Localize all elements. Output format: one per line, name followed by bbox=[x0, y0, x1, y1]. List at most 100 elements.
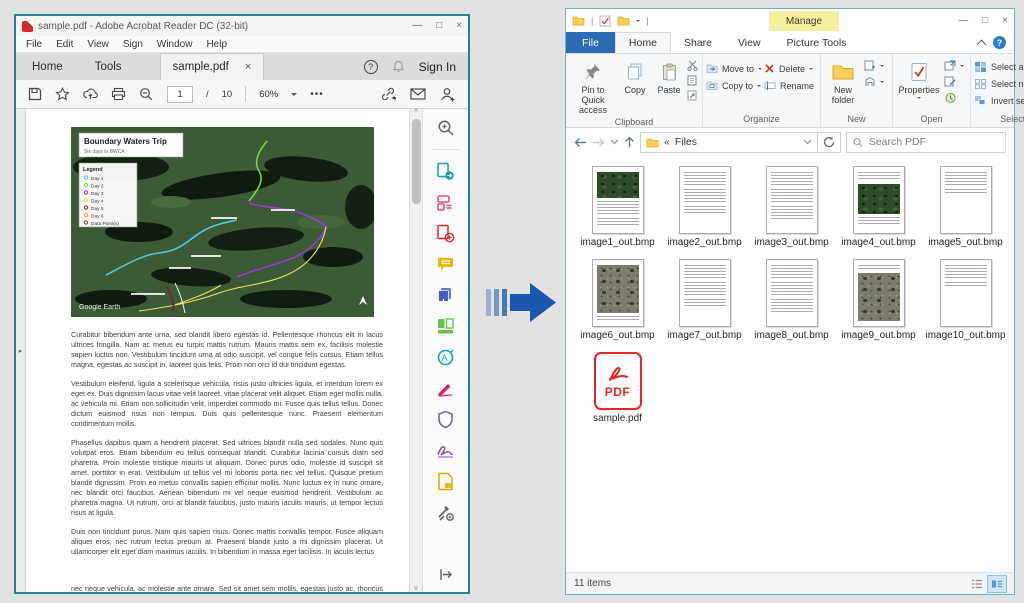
tab-picture-tools[interactable]: Picture Tools bbox=[774, 32, 860, 53]
delete-button[interactable]: Delete bbox=[764, 63, 817, 74]
add-account-icon[interactable] bbox=[440, 87, 456, 102]
select-none-button[interactable]: Select none bbox=[974, 78, 1024, 90]
select-all-button[interactable]: Select all bbox=[974, 61, 1024, 73]
file-item[interactable]: image5_out.bmp bbox=[922, 166, 1009, 249]
edit-pdf-icon[interactable] bbox=[436, 192, 456, 212]
comment-icon[interactable] bbox=[436, 254, 456, 274]
explorer-titlebar[interactable]: | | Manage — □ × bbox=[566, 9, 1014, 32]
scroll-up-icon[interactable]: ^ bbox=[414, 109, 417, 116]
new-item-caret-icon[interactable] bbox=[880, 65, 884, 69]
search-input[interactable] bbox=[869, 136, 999, 148]
maximize-button[interactable]: □ bbox=[436, 21, 442, 31]
minimize-button[interactable]: — bbox=[958, 16, 968, 26]
menu-file[interactable]: File bbox=[26, 39, 42, 50]
move-to-button[interactable]: Move to bbox=[706, 63, 762, 74]
breadcrumb-bar[interactable]: « Files bbox=[640, 132, 818, 153]
fill-sign-icon[interactable] bbox=[436, 378, 456, 398]
open-tools-panel-icon[interactable] bbox=[436, 564, 456, 584]
expand-panel-icon[interactable]: ▸ bbox=[19, 347, 23, 355]
tab-file[interactable]: File bbox=[566, 32, 615, 53]
address-dropdown-icon[interactable] bbox=[803, 139, 812, 145]
scan-ocr-icon[interactable]: A bbox=[436, 347, 456, 367]
edit-icon[interactable] bbox=[944, 76, 956, 88]
help-icon[interactable]: ? bbox=[364, 60, 378, 74]
acrobat-titlebar[interactable]: sample.pdf - Adobe Acrobat Reader DC (32… bbox=[16, 16, 468, 36]
request-signatures-icon[interactable] bbox=[436, 471, 456, 491]
file-item[interactable]: image9_out.bmp bbox=[835, 259, 922, 342]
file-item[interactable]: image6_out.bmp bbox=[574, 259, 661, 342]
zoom-out-icon[interactable] bbox=[139, 87, 154, 102]
tab-tools[interactable]: Tools bbox=[79, 53, 138, 80]
save-icon[interactable] bbox=[28, 87, 42, 101]
certificates-sign-icon[interactable] bbox=[436, 440, 456, 460]
file-item[interactable]: PDF sample.pdf bbox=[574, 352, 661, 425]
close-button[interactable]: × bbox=[1002, 16, 1008, 26]
menu-view[interactable]: View bbox=[87, 39, 109, 50]
star-favorite-icon[interactable] bbox=[55, 87, 70, 101]
copy-button[interactable]: Copy bbox=[619, 57, 651, 95]
sign-in-button[interactable]: Sign In bbox=[419, 60, 456, 74]
recent-locations-caret-icon[interactable] bbox=[610, 139, 619, 145]
share-link-icon[interactable] bbox=[380, 87, 396, 101]
page-number-input[interactable]: 1 bbox=[167, 86, 193, 103]
organize-pages-icon[interactable] bbox=[436, 316, 456, 336]
qat-customize-caret-icon[interactable] bbox=[636, 20, 640, 24]
file-thumbnail[interactable] bbox=[766, 166, 818, 234]
search-box[interactable] bbox=[846, 132, 1006, 153]
file-thumbnail[interactable] bbox=[592, 259, 644, 327]
pin-to-quick-access-button[interactable]: Pin to Quick access bbox=[569, 57, 617, 115]
file-item[interactable]: image7_out.bmp bbox=[661, 259, 748, 342]
easy-access-icon[interactable] bbox=[864, 76, 876, 88]
tab-home[interactable]: Home bbox=[615, 32, 671, 53]
minimize-ribbon-icon[interactable] bbox=[977, 39, 987, 49]
properties-button[interactable]: Properties bbox=[896, 57, 942, 101]
vertical-scrollbar[interactable]: ^ v bbox=[409, 109, 422, 592]
qat-new-folder-icon[interactable] bbox=[617, 15, 630, 26]
back-icon[interactable] bbox=[574, 137, 587, 148]
history-icon[interactable] bbox=[944, 92, 957, 104]
tab-home[interactable]: Home bbox=[16, 53, 79, 80]
tab-share[interactable]: Share bbox=[671, 32, 725, 53]
close-button[interactable]: × bbox=[456, 21, 462, 31]
file-thumbnail[interactable] bbox=[592, 166, 644, 234]
refresh-button[interactable] bbox=[817, 132, 841, 153]
paste-button[interactable]: Paste bbox=[653, 57, 685, 95]
zoom-level-dropdown[interactable]: 60% bbox=[259, 89, 278, 100]
new-item-icon[interactable] bbox=[864, 60, 876, 72]
notifications-bell-icon[interactable] bbox=[392, 60, 405, 74]
menu-edit[interactable]: Edit bbox=[56, 39, 73, 50]
thumbnail-view-icon[interactable] bbox=[988, 576, 1006, 592]
open-caret-icon[interactable] bbox=[960, 65, 964, 69]
file-item[interactable]: image10_out.bmp bbox=[922, 259, 1009, 342]
email-icon[interactable] bbox=[410, 88, 426, 100]
file-thumbnail[interactable] bbox=[679, 166, 731, 234]
explorer-help-icon[interactable]: ? bbox=[993, 36, 1006, 49]
left-panel-collapsed[interactable]: ▸ bbox=[16, 109, 26, 592]
menu-sign[interactable]: Sign bbox=[123, 39, 143, 50]
combine-files-icon[interactable] bbox=[436, 285, 456, 305]
easy-access-caret-icon[interactable] bbox=[880, 81, 884, 85]
cut-icon[interactable] bbox=[687, 60, 699, 71]
file-thumbnail[interactable] bbox=[853, 259, 905, 327]
file-item[interactable]: image2_out.bmp bbox=[661, 166, 748, 249]
new-folder-button[interactable]: New folder bbox=[824, 57, 862, 105]
minimize-button[interactable]: — bbox=[412, 21, 422, 31]
share-cloud-icon[interactable] bbox=[83, 87, 98, 101]
copy-to-button[interactable]: Copy to bbox=[706, 80, 762, 91]
file-thumbnail[interactable] bbox=[940, 166, 992, 234]
export-pdf-icon[interactable] bbox=[436, 161, 456, 181]
rename-button[interactable]: Rename bbox=[764, 80, 817, 91]
paste-shortcut-icon[interactable] bbox=[687, 90, 699, 101]
file-thumbnail[interactable] bbox=[853, 166, 905, 234]
pdf-file-icon[interactable]: PDF bbox=[594, 352, 642, 410]
document-viewport[interactable]: Boundary Waters Trip Six days in BWCA Le… bbox=[26, 109, 409, 592]
more-options-icon[interactable]: ••• bbox=[310, 89, 324, 100]
file-item[interactable]: image8_out.bmp bbox=[748, 259, 835, 342]
details-view-icon[interactable] bbox=[968, 576, 986, 592]
create-pdf-icon[interactable] bbox=[436, 223, 456, 243]
search-tools-icon[interactable] bbox=[436, 118, 456, 138]
up-icon[interactable] bbox=[624, 136, 635, 148]
file-item[interactable]: image3_out.bmp bbox=[748, 166, 835, 249]
file-thumbnail[interactable] bbox=[679, 259, 731, 327]
open-icon[interactable] bbox=[944, 60, 956, 72]
